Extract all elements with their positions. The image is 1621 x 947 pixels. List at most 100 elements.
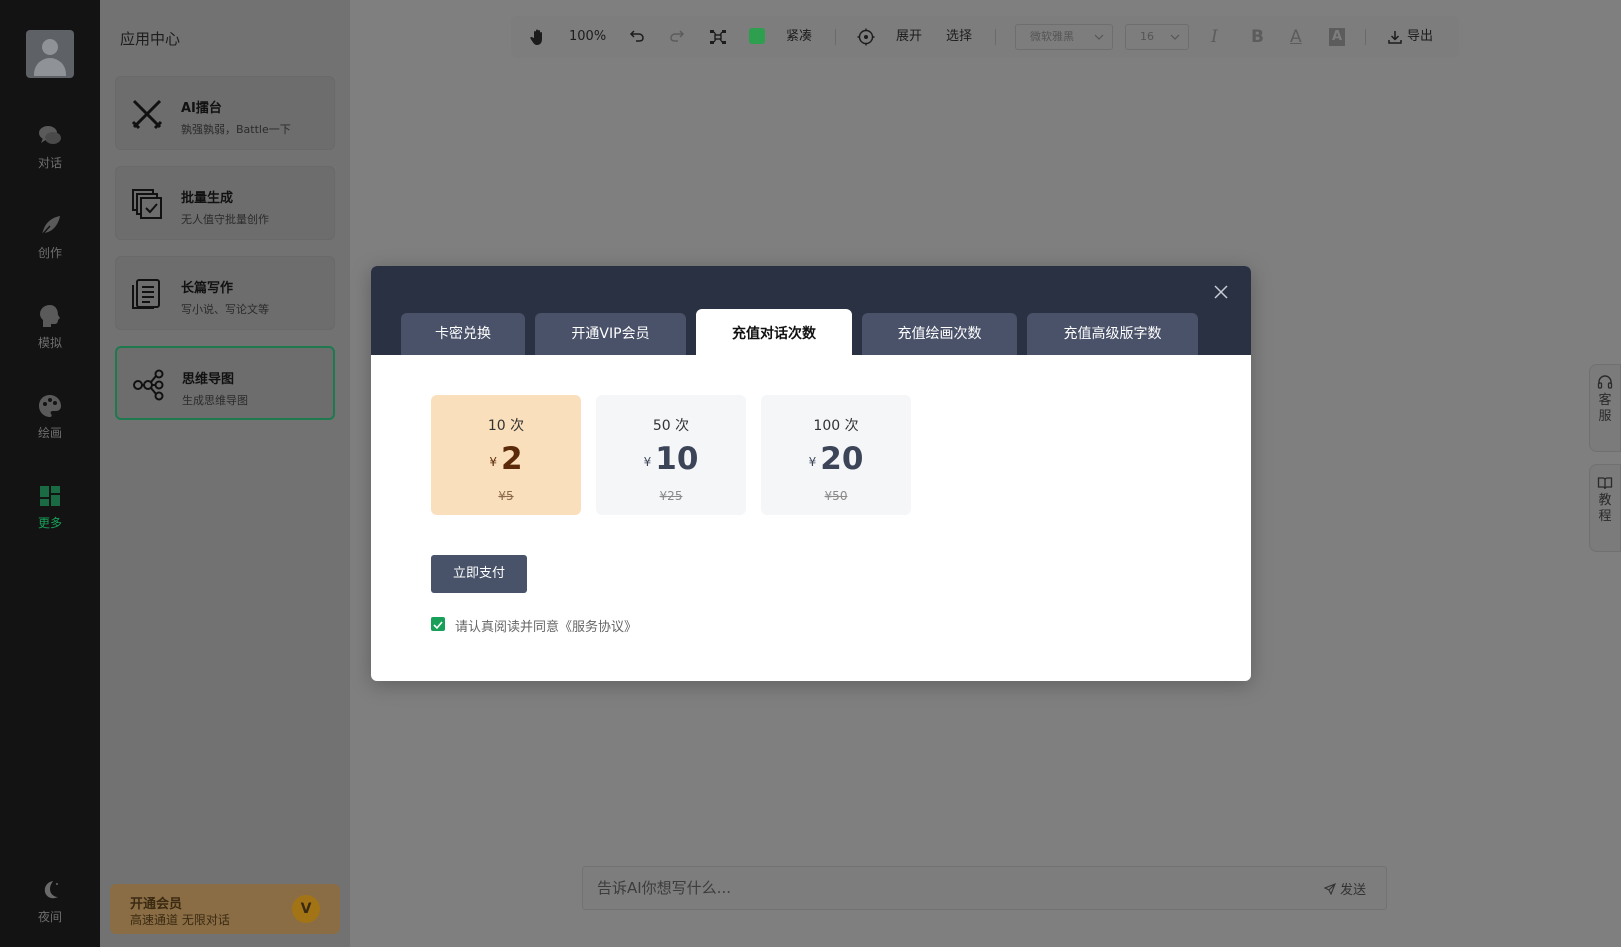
export-button[interactable]: 导出 xyxy=(1387,16,1447,58)
redo-icon xyxy=(670,30,685,42)
undo-button[interactable] xyxy=(629,16,647,58)
nav-item-more[interactable]: 更多 xyxy=(0,482,100,552)
nav-item-label: 对话 xyxy=(37,156,62,170)
send-button[interactable]: 发送 xyxy=(1323,879,1366,898)
document-icon xyxy=(132,279,160,309)
avatar[interactable] xyxy=(26,30,74,78)
batch-icon xyxy=(132,189,162,219)
app-card-desc: 孰强孰弱，Battle一下 xyxy=(181,123,291,136)
package-card[interactable]: 100 次 ¥20 ¥50 xyxy=(761,395,911,515)
color-swatch-icon xyxy=(749,28,765,44)
recharge-modal: 卡密兑换 开通VIP会员 充值对话次数 充值绘画次数 充值高级版字数 10 次 … xyxy=(371,266,1251,681)
toolbar-divider xyxy=(1365,29,1366,45)
italic-button[interactable]: I xyxy=(1211,16,1218,58)
nav-item-label: 模拟 xyxy=(37,336,62,350)
target-icon xyxy=(857,28,875,46)
package-card[interactable]: 50 次 ¥10 ¥25 xyxy=(596,395,746,515)
palette-icon xyxy=(39,395,61,417)
font-size-value: 16 xyxy=(1140,30,1154,43)
nav-item-create[interactable]: 创作 xyxy=(0,212,100,282)
tab-draw-recharge[interactable]: 充值绘画次数 xyxy=(862,313,1017,355)
modal-header: 卡密兑换 开通VIP会员 充值对话次数 充值绘画次数 充值高级版字数 xyxy=(371,266,1251,355)
app-card-name: 长篇写作 xyxy=(181,281,234,296)
nav-item-chat[interactable]: 对话 xyxy=(0,122,100,192)
theme-color-button[interactable] xyxy=(749,16,765,58)
toolbar-divider xyxy=(995,29,996,45)
app-card-name: AI擂台 xyxy=(181,101,222,116)
nav-item-label: 更多 xyxy=(37,516,62,530)
structure-button[interactable] xyxy=(709,16,727,58)
nav-item-simulate[interactable]: 模拟 xyxy=(0,302,100,372)
tab-chat-recharge[interactable]: 充值对话次数 xyxy=(696,309,852,355)
app-card-desc: 无人值守批量创作 xyxy=(181,213,269,226)
app-card-ai-arena[interactable]: AI擂台 孰强孰弱，Battle一下 xyxy=(115,76,335,150)
currency-symbol: ¥ xyxy=(489,455,498,469)
redo-button[interactable] xyxy=(669,16,687,58)
feather-icon xyxy=(39,216,60,238)
prompt-bar: 发送 xyxy=(582,866,1387,910)
grid-icon xyxy=(40,486,60,506)
agreement-text[interactable]: 请认真阅读并同意《服务协议》 xyxy=(455,616,637,635)
download-icon xyxy=(1388,31,1402,44)
app-card-name: 批量生成 xyxy=(181,191,234,206)
currency-symbol: ¥ xyxy=(808,455,817,469)
structure-icon xyxy=(710,30,726,44)
font-color-button[interactable]: A xyxy=(1290,16,1302,58)
package-price: ¥20 xyxy=(761,441,911,477)
app-card-long-writing[interactable]: 长篇写作 写小说、写论文等 xyxy=(115,256,335,330)
toolbar-divider xyxy=(835,29,836,45)
original-price: ¥25 xyxy=(659,489,683,503)
vip-title: 开通会员 xyxy=(130,897,183,912)
undo-icon xyxy=(629,30,644,42)
background-color-button[interactable]: A xyxy=(1329,28,1346,46)
currency-symbol: ¥ xyxy=(643,455,652,469)
pay-now-button[interactable]: 立即支付 xyxy=(431,555,527,593)
app-card-desc: 生成思维导图 xyxy=(182,394,248,407)
checkmark-icon xyxy=(433,621,443,630)
hand-icon xyxy=(530,29,542,45)
app-card-mindmap[interactable]: 思维导图 生成思维导图 xyxy=(115,346,335,420)
price-value: 2 xyxy=(501,441,523,477)
tab-vip[interactable]: 开通VIP会员 xyxy=(535,313,686,355)
hand-tool-button[interactable] xyxy=(529,16,549,58)
vip-subtitle: 高速通道 无限对话 xyxy=(130,913,230,927)
book-icon xyxy=(1597,477,1613,490)
swords-icon xyxy=(131,99,163,130)
night-mode-toggle[interactable]: 夜间 xyxy=(0,876,100,946)
vip-badge-icon: V xyxy=(292,895,320,923)
font-family-select[interactable]: 微软雅黑 xyxy=(1015,24,1113,50)
app-card-batch[interactable]: 批量生成 无人值守批量创作 xyxy=(115,166,335,240)
export-label: 导出 xyxy=(1407,29,1434,44)
font-size-select[interactable]: 16 xyxy=(1125,24,1189,50)
app-center-panel: 应用中心 AI擂台 孰强孰弱，Battle一下 批量生成 无人值守批量创作 长篇… xyxy=(100,0,350,947)
package-card[interactable]: 10 次 ¥2 ¥5 xyxy=(431,395,581,515)
layout-compact-button[interactable]: 紧凑 xyxy=(786,16,812,58)
nav-item-draw[interactable]: 绘画 xyxy=(0,392,100,462)
vip-banner[interactable]: 开通会员 高速通道 无限对话 V xyxy=(110,884,340,934)
tab-card-redeem[interactable]: 卡密兑换 xyxy=(401,313,525,355)
prompt-input[interactable] xyxy=(583,867,1263,909)
package-count: 100 次 xyxy=(813,418,859,434)
tab-premium-words[interactable]: 充值高级版字数 xyxy=(1027,313,1198,355)
font-family-value: 微软雅黑 xyxy=(1030,30,1074,43)
agreement-checkbox[interactable] xyxy=(431,617,445,631)
close-icon[interactable] xyxy=(1211,282,1231,302)
locate-button[interactable] xyxy=(857,16,875,58)
night-mode-label: 夜间 xyxy=(37,910,62,924)
bold-button[interactable]: B xyxy=(1251,16,1264,58)
price-value: 10 xyxy=(655,441,699,477)
head-icon xyxy=(40,305,60,327)
package-price: ¥2 xyxy=(431,441,581,477)
nav-item-label: 创作 xyxy=(37,246,62,260)
customer-service-label: 客服 xyxy=(1598,393,1612,424)
select-button[interactable]: 选择 xyxy=(946,16,972,58)
customer-service-button[interactable]: 客服 xyxy=(1589,364,1621,452)
zoom-level[interactable]: 100% xyxy=(569,16,606,58)
moon-icon xyxy=(44,881,58,899)
tutorial-button[interactable]: 教程 xyxy=(1589,464,1621,552)
mindmap-toolbar: 100% 紧凑 展开 选择 微软雅黑 16 I B A A 导出 xyxy=(511,16,1459,58)
expand-button[interactable]: 展开 xyxy=(896,16,922,58)
mindmap-icon xyxy=(133,369,164,401)
headset-icon xyxy=(1597,375,1613,389)
chevron-down-icon xyxy=(1094,34,1104,40)
